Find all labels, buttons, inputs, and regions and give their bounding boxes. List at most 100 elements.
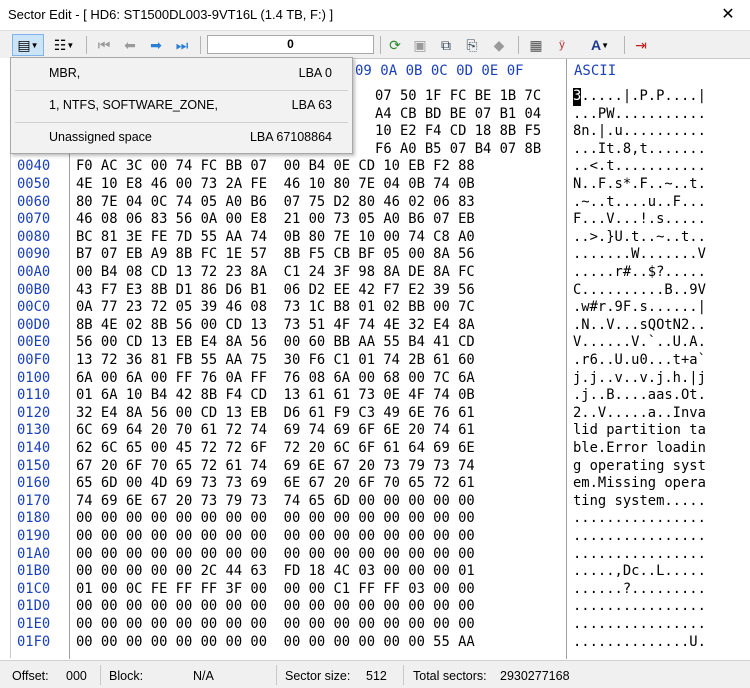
row-bytes[interactable]: B7 07 EB A9 8B FC 1E 57 8B F5 CB BF 05 0… bbox=[76, 246, 475, 264]
row-offset: 0080 bbox=[17, 228, 51, 245]
row-bytes[interactable]: 6C 69 64 20 70 61 72 74 69 74 69 6F 6E 2… bbox=[76, 422, 475, 440]
row-ascii[interactable]: .......W.......V bbox=[573, 246, 706, 264]
charset-icon[interactable]: ÿ bbox=[551, 34, 573, 56]
row-ascii[interactable]: ......?......... bbox=[573, 581, 706, 599]
row-ascii[interactable]: ..>.}U.t..~..t.. bbox=[573, 229, 706, 247]
row-bytes[interactable]: 8B 4E 02 8B 56 00 CD 13 73 51 4F 74 4E 3… bbox=[76, 317, 475, 335]
row-bytes[interactable]: 32 E4 8A 56 00 CD 13 EB D6 61 F9 C3 49 6… bbox=[76, 405, 475, 423]
row-offset: 0070 bbox=[17, 211, 51, 228]
row-ascii[interactable]: 3.....|.P.P....| bbox=[573, 88, 706, 106]
row-ascii[interactable]: lid partition ta bbox=[573, 422, 706, 440]
last-sector-icon[interactable]: ⏭ bbox=[171, 34, 193, 56]
row-bytes[interactable]: 00 00 00 00 00 00 00 00 00 00 00 00 00 0… bbox=[76, 598, 475, 616]
copy-sectors-icon[interactable]: ⧉ bbox=[435, 34, 457, 56]
row-ascii[interactable]: ................ bbox=[573, 598, 706, 616]
row-bytes[interactable]: 13 72 36 81 FB 55 AA 75 30 F6 C1 01 74 2… bbox=[76, 352, 475, 370]
row-ascii[interactable]: ...PW........... bbox=[573, 106, 706, 124]
row-bytes[interactable]: F0 AC 3C 00 74 FC BB 07 00 B4 0E CD 10 E… bbox=[76, 158, 475, 176]
close-icon[interactable]: ✕ bbox=[706, 0, 750, 30]
row-ascii[interactable]: .....,Dc..L..... bbox=[573, 563, 706, 581]
partition-menu-item[interactable]: MBR, LBA 0 bbox=[11, 58, 352, 90]
row-ascii[interactable]: C..........B..9V bbox=[573, 282, 706, 300]
row-ascii[interactable]: ................ bbox=[573, 528, 706, 546]
row-bytes[interactable]: 65 6D 00 4D 69 73 73 69 6E 67 20 6F 70 6… bbox=[76, 475, 475, 493]
row-bytes[interactable]: 00 00 00 00 00 00 00 00 00 00 00 00 00 0… bbox=[76, 546, 475, 564]
row-bytes[interactable]: 00 00 00 00 00 00 00 00 00 00 00 00 00 0… bbox=[76, 634, 475, 652]
row-offset: 0180 bbox=[17, 510, 51, 527]
row-ascii[interactable]: N..F.s*.F..~..t. bbox=[573, 176, 706, 194]
row-bytes[interactable]: 6A 00 6A 00 FF 76 0A FF 76 08 6A 00 68 0… bbox=[76, 370, 475, 388]
view-menu-button[interactable]: ☷ ▼ bbox=[48, 34, 80, 56]
status-separator bbox=[100, 665, 101, 685]
fill-icon[interactable]: ◆ bbox=[488, 34, 510, 56]
partition-menu-button[interactable]: ▤ ▼ bbox=[12, 34, 44, 56]
row-ascii[interactable]: ..............U. bbox=[573, 634, 706, 652]
partition-label: Unassigned space bbox=[49, 130, 152, 144]
refresh-icon[interactable]: ⟳ bbox=[384, 34, 406, 56]
partition-menu-item[interactable]: Unassigned space LBA 67108864 bbox=[11, 122, 352, 154]
row-ascii[interactable]: g operating syst bbox=[573, 458, 706, 476]
next-sector-icon[interactable]: ➡ bbox=[145, 34, 167, 56]
row-bytes[interactable]: 46 08 06 83 56 0A 00 E8 21 00 73 05 A0 B… bbox=[76, 211, 475, 229]
row-ascii[interactable]: .r6..U.u0...t+a` bbox=[573, 352, 706, 370]
row-ascii[interactable]: ..<.t........... bbox=[573, 158, 706, 176]
save-icon[interactable]: ▣ bbox=[409, 34, 431, 56]
font-icon: A bbox=[590, 37, 602, 53]
calculator-icon[interactable]: ▦ bbox=[525, 34, 547, 56]
row-bytes[interactable]: 0A 77 23 72 05 39 46 08 73 1C B8 01 02 B… bbox=[76, 299, 475, 317]
row-bytes[interactable]: 00 B4 08 CD 13 72 23 8A C1 24 3F 98 8A D… bbox=[76, 264, 475, 282]
partition-label: MBR, bbox=[49, 66, 81, 80]
row-bytes[interactable]: 00 00 00 00 00 00 00 00 00 00 00 00 00 0… bbox=[76, 510, 475, 528]
row-bytes[interactable]: BC 81 3E FE 7D 55 AA 74 0B 80 7E 10 00 7… bbox=[76, 229, 475, 247]
row-ascii[interactable]: .w#r.9F.s......| bbox=[573, 299, 706, 317]
row-bytes[interactable]: 43 F7 E3 8B D1 86 D6 B1 06 D2 EE 42 F7 E… bbox=[76, 282, 475, 300]
partition-menu-item[interactable]: 1, NTFS, SOFTWARE_ZONE, LBA 63 bbox=[11, 90, 352, 122]
prev-sector-icon[interactable]: ⬅ bbox=[119, 34, 141, 56]
row-offset: 0170 bbox=[17, 492, 51, 509]
row-bytes[interactable]: 00 00 00 00 00 00 00 00 00 00 00 00 00 0… bbox=[76, 528, 475, 546]
row-ascii[interactable]: 8n.|.u.......... bbox=[573, 123, 706, 141]
row-ascii[interactable]: ting system..... bbox=[573, 493, 706, 511]
row-offset: 0140 bbox=[17, 440, 51, 456]
row-ascii[interactable]: .....r#..$?..... bbox=[573, 264, 706, 282]
row-bytes[interactable]: 74 69 6E 67 20 73 79 73 74 65 6D 00 00 0… bbox=[76, 493, 475, 511]
row-bytes[interactable]: 80 7E 04 0C 74 05 A0 B6 07 75 D2 80 46 0… bbox=[76, 194, 475, 212]
toolbar-separator bbox=[380, 36, 381, 54]
row-ascii[interactable]: ble.Error loadin bbox=[573, 440, 706, 458]
row-ascii[interactable]: ...It.8,t....... bbox=[573, 141, 706, 159]
row-ascii[interactable]: F...V...!.s..... bbox=[573, 211, 706, 229]
row-ascii[interactable]: ................ bbox=[573, 616, 706, 634]
row-bytes[interactable]: 62 6C 65 00 45 72 72 6F 72 20 6C 6F 61 6… bbox=[76, 440, 475, 458]
row-offset: 0110 bbox=[17, 387, 51, 404]
row-ascii[interactable]: j.j..v..v.j.h.|j bbox=[573, 370, 706, 388]
row-offset: 0100 bbox=[17, 369, 51, 386]
row-bytes[interactable]: 00 00 00 00 00 00 00 00 00 00 00 00 00 0… bbox=[76, 616, 475, 634]
row-bytes[interactable]: 01 00 0C FE FF FF 3F 00 00 00 C1 FF FF 0… bbox=[76, 581, 475, 599]
row-bytes[interactable]: 01 6A 10 B4 42 8B F4 CD 13 61 61 73 0E 4… bbox=[76, 387, 475, 405]
row-bytes[interactable]: 56 00 CD 13 EB E4 8A 56 00 60 BB AA 55 B… bbox=[76, 334, 475, 352]
total-sectors-label: Total sectors: bbox=[413, 669, 487, 683]
row-ascii[interactable]: 2..V.....a..Inva bbox=[573, 405, 706, 423]
exit-icon[interactable]: ⇥ bbox=[630, 34, 652, 56]
row-ascii[interactable]: em.Missing opera bbox=[573, 475, 706, 493]
row-ascii[interactable]: .~..t....u..F... bbox=[573, 194, 706, 212]
row-ascii[interactable]: ................ bbox=[573, 510, 706, 528]
row-ascii[interactable]: .j..B....aas.Ot. bbox=[573, 387, 706, 405]
row-ascii[interactable]: ................ bbox=[573, 546, 706, 564]
sector-number-input[interactable]: 0 bbox=[207, 35, 374, 54]
row-bytes[interactable]: 4E 10 E8 46 00 73 2A FE 46 10 80 7E 04 0… bbox=[76, 176, 475, 194]
row-bytes[interactable]: 67 20 6F 70 65 72 61 74 69 6E 67 20 73 7… bbox=[76, 458, 475, 476]
partition-lba: LBA 0 bbox=[298, 66, 332, 80]
paste-sectors-icon[interactable]: ⎘ bbox=[461, 34, 483, 56]
chevron-down-icon: ▼ bbox=[601, 40, 610, 50]
row-ascii[interactable]: .N..V...sQOtN2.. bbox=[573, 317, 706, 335]
row-ascii[interactable]: V......V.`..U.A. bbox=[573, 334, 706, 352]
row-bytes[interactable]: 00 00 00 00 00 2C 44 63 FD 18 4C 03 00 0… bbox=[76, 563, 475, 581]
toolbar-separator bbox=[86, 36, 87, 54]
toolbar-separator bbox=[518, 36, 519, 54]
first-sector-icon[interactable]: ⏮ bbox=[93, 34, 115, 56]
offset-label: Offset: bbox=[12, 669, 49, 683]
row-offset: 00F0 bbox=[17, 352, 51, 368]
font-menu-button[interactable]: A ▼ bbox=[582, 34, 618, 56]
toolbar-separator bbox=[200, 36, 201, 54]
